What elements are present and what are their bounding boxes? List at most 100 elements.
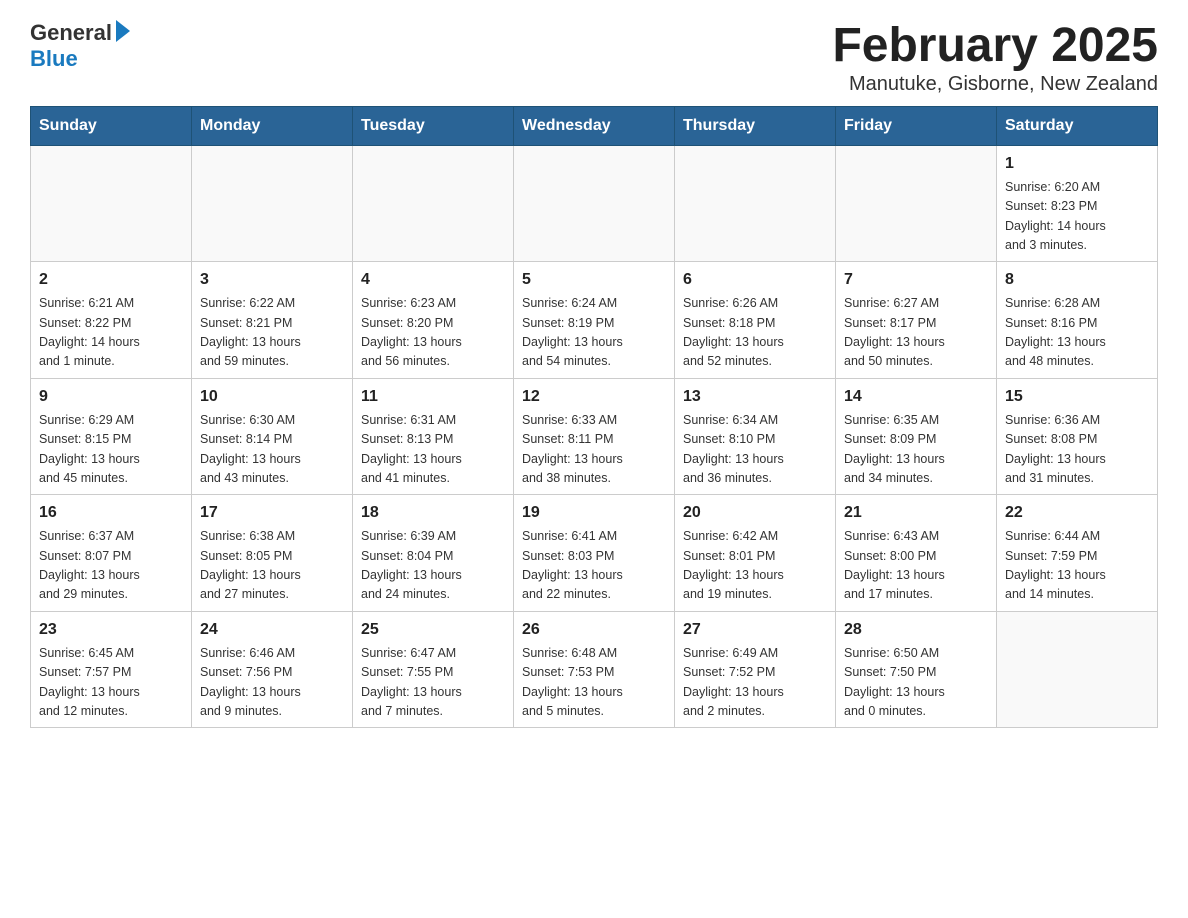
day-info: Sunrise: 6:46 AM Sunset: 7:56 PM Dayligh… <box>200 646 301 718</box>
calendar-day-cell: 12 Sunrise: 6:33 AM Sunset: 8:11 PM Dayli… <box>514 378 675 495</box>
day-number: 5 <box>522 268 666 292</box>
day-info: Sunrise: 6:44 AM Sunset: 7:59 PM Dayligh… <box>1005 529 1106 601</box>
day-number: 23 <box>39 618 183 642</box>
day-number: 1 <box>1005 152 1149 176</box>
day-number: 4 <box>361 268 505 292</box>
calendar-week-row: 23 Sunrise: 6:45 AM Sunset: 7:57 PM Dayli… <box>31 611 1158 728</box>
day-number: 19 <box>522 501 666 525</box>
weekday-header: Saturday <box>997 106 1158 145</box>
day-number: 6 <box>683 268 827 292</box>
calendar-day-cell: 26 Sunrise: 6:48 AM Sunset: 7:53 PM Dayli… <box>514 611 675 728</box>
calendar-day-cell <box>997 611 1158 728</box>
day-info: Sunrise: 6:35 AM Sunset: 8:09 PM Dayligh… <box>844 413 945 485</box>
day-info: Sunrise: 6:28 AM Sunset: 8:16 PM Dayligh… <box>1005 296 1106 368</box>
calendar-day-cell: 20 Sunrise: 6:42 AM Sunset: 8:01 PM Dayli… <box>675 495 836 612</box>
day-info: Sunrise: 6:37 AM Sunset: 8:07 PM Dayligh… <box>39 529 140 601</box>
day-number: 8 <box>1005 268 1149 292</box>
calendar-day-cell: 22 Sunrise: 6:44 AM Sunset: 7:59 PM Dayli… <box>997 495 1158 612</box>
calendar-day-cell <box>192 145 353 262</box>
day-number: 24 <box>200 618 344 642</box>
day-number: 18 <box>361 501 505 525</box>
day-number: 26 <box>522 618 666 642</box>
calendar-title: February 2025 <box>832 20 1158 73</box>
day-number: 20 <box>683 501 827 525</box>
day-number: 2 <box>39 268 183 292</box>
calendar-week-row: 16 Sunrise: 6:37 AM Sunset: 8:07 PM Dayli… <box>31 495 1158 612</box>
day-number: 10 <box>200 385 344 409</box>
calendar-day-cell <box>31 145 192 262</box>
day-info: Sunrise: 6:49 AM Sunset: 7:52 PM Dayligh… <box>683 646 784 718</box>
calendar-day-cell: 28 Sunrise: 6:50 AM Sunset: 7:50 PM Dayli… <box>836 611 997 728</box>
day-info: Sunrise: 6:38 AM Sunset: 8:05 PM Dayligh… <box>200 529 301 601</box>
day-info: Sunrise: 6:29 AM Sunset: 8:15 PM Dayligh… <box>39 413 140 485</box>
day-info: Sunrise: 6:42 AM Sunset: 8:01 PM Dayligh… <box>683 529 784 601</box>
day-info: Sunrise: 6:41 AM Sunset: 8:03 PM Dayligh… <box>522 529 623 601</box>
calendar-day-cell: 8 Sunrise: 6:28 AM Sunset: 8:16 PM Daylig… <box>997 262 1158 379</box>
calendar-day-cell <box>675 145 836 262</box>
day-info: Sunrise: 6:39 AM Sunset: 8:04 PM Dayligh… <box>361 529 462 601</box>
calendar-day-cell <box>353 145 514 262</box>
day-number: 28 <box>844 618 988 642</box>
logo-blue-text: Blue <box>30 46 78 72</box>
calendar-day-cell <box>514 145 675 262</box>
calendar-day-cell: 10 Sunrise: 6:30 AM Sunset: 8:14 PM Dayli… <box>192 378 353 495</box>
calendar-day-cell: 9 Sunrise: 6:29 AM Sunset: 8:15 PM Daylig… <box>31 378 192 495</box>
day-info: Sunrise: 6:26 AM Sunset: 8:18 PM Dayligh… <box>683 296 784 368</box>
calendar-day-cell: 1 Sunrise: 6:20 AM Sunset: 8:23 PM Daylig… <box>997 145 1158 262</box>
day-number: 13 <box>683 385 827 409</box>
weekday-header: Sunday <box>31 106 192 145</box>
calendar-day-cell <box>836 145 997 262</box>
day-number: 3 <box>200 268 344 292</box>
day-number: 12 <box>522 385 666 409</box>
day-number: 7 <box>844 268 988 292</box>
calendar-day-cell: 27 Sunrise: 6:49 AM Sunset: 7:52 PM Dayli… <box>675 611 836 728</box>
weekday-header: Monday <box>192 106 353 145</box>
day-number: 27 <box>683 618 827 642</box>
day-info: Sunrise: 6:43 AM Sunset: 8:00 PM Dayligh… <box>844 529 945 601</box>
title-section: February 2025 Manutuke, Gisborne, New Ze… <box>832 20 1158 96</box>
calendar-day-cell: 11Sunrise: 6:31 AM Sunset: 8:13 PM Dayli… <box>353 378 514 495</box>
day-info: Sunrise: 6:36 AM Sunset: 8:08 PM Dayligh… <box>1005 413 1106 485</box>
day-info: Sunrise: 6:33 AM Sunset: 8:11 PM Dayligh… <box>522 413 623 485</box>
calendar-day-cell: 3 Sunrise: 6:22 AM Sunset: 8:21 PM Daylig… <box>192 262 353 379</box>
logo: General Blue <box>30 20 130 72</box>
calendar-day-cell: 6 Sunrise: 6:26 AM Sunset: 8:18 PM Daylig… <box>675 262 836 379</box>
day-info: Sunrise: 6:22 AM Sunset: 8:21 PM Dayligh… <box>200 296 301 368</box>
calendar-day-cell: 21Sunrise: 6:43 AM Sunset: 8:00 PM Dayli… <box>836 495 997 612</box>
page-header: General Blue February 2025 Manutuke, Gis… <box>30 20 1158 96</box>
day-number: 25 <box>361 618 505 642</box>
calendar-day-cell: 16 Sunrise: 6:37 AM Sunset: 8:07 PM Dayli… <box>31 495 192 612</box>
day-info: Sunrise: 6:48 AM Sunset: 7:53 PM Dayligh… <box>522 646 623 718</box>
calendar-subtitle: Manutuke, Gisborne, New Zealand <box>832 73 1158 96</box>
weekday-header: Tuesday <box>353 106 514 145</box>
calendar-day-cell: 19 Sunrise: 6:41 AM Sunset: 8:03 PM Dayli… <box>514 495 675 612</box>
day-info: Sunrise: 6:47 AM Sunset: 7:55 PM Dayligh… <box>361 646 462 718</box>
calendar-day-cell: 14 Sunrise: 6:35 AM Sunset: 8:09 PM Dayli… <box>836 378 997 495</box>
weekday-header: Friday <box>836 106 997 145</box>
day-info: Sunrise: 6:27 AM Sunset: 8:17 PM Dayligh… <box>844 296 945 368</box>
day-number: 22 <box>1005 501 1149 525</box>
day-number: 16 <box>39 501 183 525</box>
calendar-day-cell: 4Sunrise: 6:23 AM Sunset: 8:20 PM Daylig… <box>353 262 514 379</box>
day-number: 9 <box>39 385 183 409</box>
calendar-week-row: 1 Sunrise: 6:20 AM Sunset: 8:23 PM Daylig… <box>31 145 1158 262</box>
day-number: 15 <box>1005 385 1149 409</box>
logo-general-text: General <box>30 20 112 46</box>
day-info: Sunrise: 6:45 AM Sunset: 7:57 PM Dayligh… <box>39 646 140 718</box>
calendar-day-cell: 17Sunrise: 6:38 AM Sunset: 8:05 PM Dayli… <box>192 495 353 612</box>
day-number: 14 <box>844 385 988 409</box>
day-info: Sunrise: 6:34 AM Sunset: 8:10 PM Dayligh… <box>683 413 784 485</box>
calendar-table: SundayMondayTuesdayWednesdayThursdayFrid… <box>30 106 1158 729</box>
logo-arrow-icon <box>116 20 130 42</box>
calendar-day-cell: 15 Sunrise: 6:36 AM Sunset: 8:08 PM Dayli… <box>997 378 1158 495</box>
calendar-day-cell: 24 Sunrise: 6:46 AM Sunset: 7:56 PM Dayli… <box>192 611 353 728</box>
calendar-day-cell: 25 Sunrise: 6:47 AM Sunset: 7:55 PM Dayli… <box>353 611 514 728</box>
calendar-week-row: 2Sunrise: 6:21 AM Sunset: 8:22 PM Daylig… <box>31 262 1158 379</box>
calendar-header-row: SundayMondayTuesdayWednesdayThursdayFrid… <box>31 106 1158 145</box>
day-info: Sunrise: 6:20 AM Sunset: 8:23 PM Dayligh… <box>1005 180 1106 252</box>
calendar-week-row: 9 Sunrise: 6:29 AM Sunset: 8:15 PM Daylig… <box>31 378 1158 495</box>
day-info: Sunrise: 6:31 AM Sunset: 8:13 PM Dayligh… <box>361 413 462 485</box>
day-info: Sunrise: 6:50 AM Sunset: 7:50 PM Dayligh… <box>844 646 945 718</box>
day-info: Sunrise: 6:30 AM Sunset: 8:14 PM Dayligh… <box>200 413 301 485</box>
calendar-day-cell: 18 Sunrise: 6:39 AM Sunset: 8:04 PM Dayli… <box>353 495 514 612</box>
